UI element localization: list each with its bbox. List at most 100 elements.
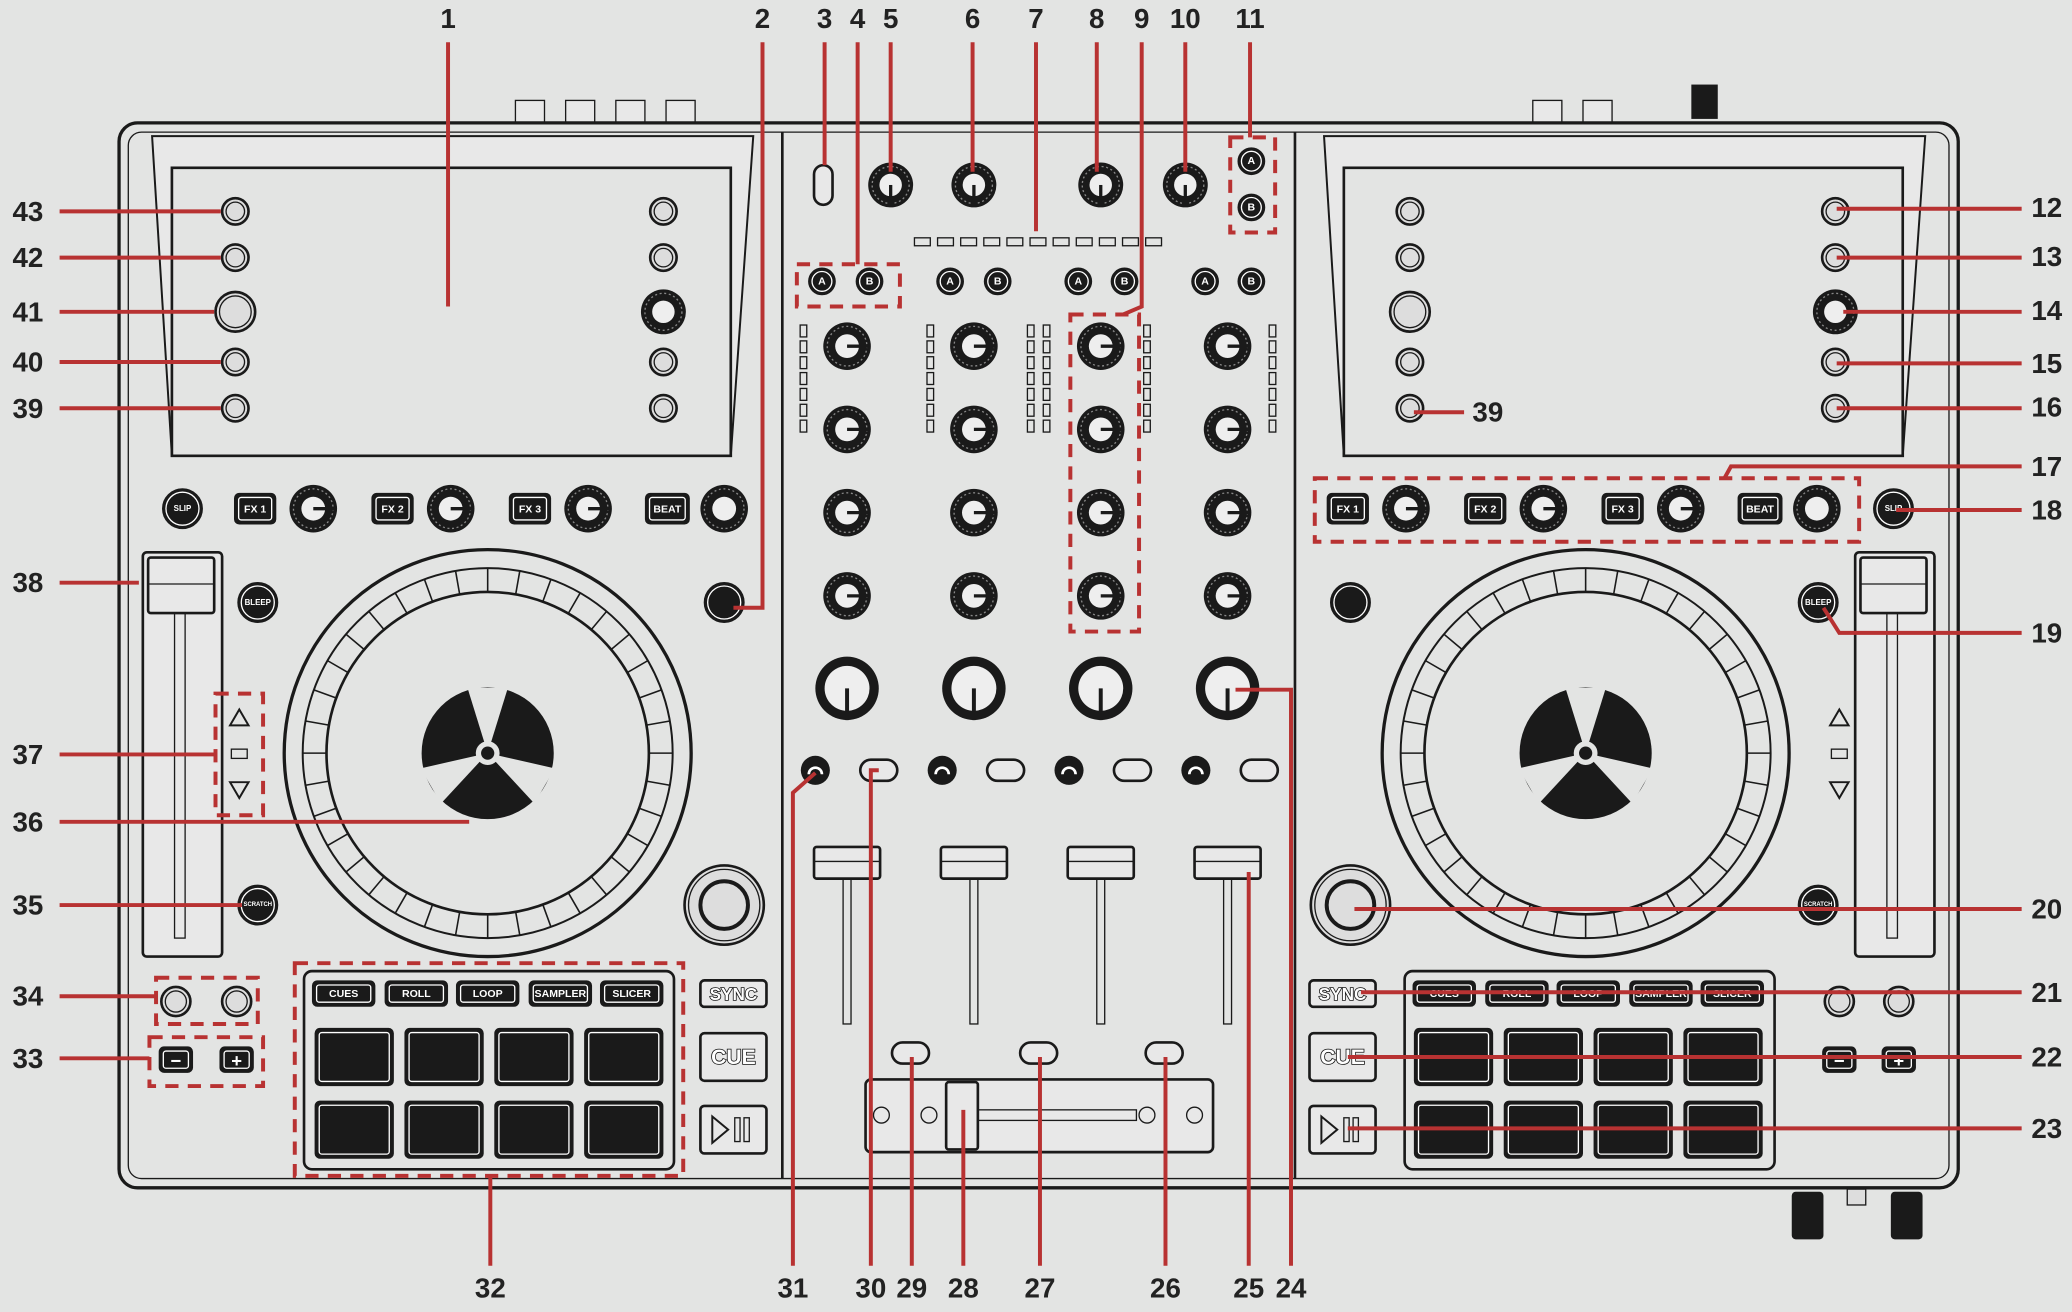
loop-button-left-1[interactable] — [220, 985, 253, 1018]
performance-pad-left-2[interactable] — [404, 1027, 484, 1087]
channel-3-gain-knob[interactable] — [1076, 322, 1125, 370]
fx1-button-left[interactable]: FX 1 — [234, 492, 277, 525]
channel-4-cue-button[interactable] — [1181, 755, 1211, 785]
channel-2-input-switch[interactable] — [985, 758, 1026, 783]
performance-pad-left-3[interactable] — [494, 1027, 574, 1087]
pad-mode-slicer-left[interactable]: SLICER — [599, 980, 664, 1007]
channel-1-gain-knob[interactable] — [823, 322, 871, 370]
channel-3-cue-button[interactable] — [1054, 755, 1084, 785]
fx2-button-left[interactable]: FX 2 — [371, 492, 414, 525]
channel-4-assign-b[interactable]: B — [1237, 267, 1266, 296]
channel-2-mid-knob[interactable] — [950, 488, 998, 537]
channel-1-high-knob[interactable] — [823, 405, 871, 454]
screen-button-left-b3[interactable] — [648, 393, 678, 423]
channel-1-assign-b[interactable]: B — [855, 267, 884, 296]
channel-4-high-knob[interactable] — [1203, 405, 1252, 454]
mic-switch[interactable] — [812, 163, 834, 207]
fx-hand-button-right-body[interactable] — [1329, 582, 1371, 623]
minus-button-right[interactable]: − — [1822, 1046, 1857, 1073]
fx1-button-right[interactable]: FX 1 — [1326, 492, 1369, 525]
play-pause-button-left[interactable] — [699, 1104, 768, 1155]
crossfader-assign-a-button[interactable]: A — [1237, 147, 1266, 176]
screen-button-left-a2[interactable] — [214, 290, 257, 333]
slip-button-left[interactable]: SLIP — [161, 488, 203, 530]
performance-pad-left-8-body[interactable] — [584, 1100, 664, 1159]
channel-2-low-knob[interactable] — [950, 572, 998, 620]
channel-1-assign-a[interactable]: A — [808, 267, 836, 296]
power-switch[interactable] — [1691, 84, 1718, 119]
rear-knob-0[interactable] — [1791, 1191, 1824, 1240]
channel-2-gain-knob[interactable] — [950, 322, 998, 370]
performance-pad-left-1[interactable] — [314, 1027, 394, 1087]
screen-button-left-b0[interactable] — [648, 196, 678, 226]
browse-knob-left[interactable] — [640, 289, 686, 335]
screen-button-left-a0[interactable] — [220, 196, 250, 226]
plus-button-left[interactable]: + — [219, 1046, 254, 1073]
performance-pad-left-3-body[interactable] — [494, 1027, 574, 1087]
beat-button-left[interactable]: BEAT — [644, 492, 690, 525]
channel-1-mid-knob[interactable] — [823, 488, 871, 537]
beat-knob-left[interactable] — [700, 484, 748, 533]
pad-mode-loop-left[interactable]: LOOP — [455, 980, 520, 1007]
plus-button-right[interactable]: + — [1881, 1046, 1916, 1073]
channel-1-low-knob[interactable] — [823, 572, 871, 620]
fx1-knob-right[interactable] — [1382, 484, 1430, 533]
channel-3-volume-fader[interactable] — [1066, 845, 1136, 880]
fx-hand-button-left-body[interactable] — [703, 582, 745, 623]
cue-button-body[interactable] — [927, 755, 957, 785]
pitch-fader-handle-right[interactable] — [1859, 556, 1928, 615]
loop-button-left-0[interactable] — [160, 985, 192, 1018]
performance-pad-left-8[interactable] — [584, 1100, 664, 1159]
play-pause-button-left-body[interactable] — [699, 1104, 768, 1155]
screen-button-left-a3[interactable] — [220, 347, 250, 377]
channel-2-filter-knob[interactable] — [942, 656, 1006, 721]
channel-2-assign-a[interactable]: A — [936, 267, 964, 296]
performance-pad-left-7-body[interactable] — [494, 1100, 574, 1159]
channel-3-input-switch[interactable] — [1112, 758, 1153, 783]
fx3-button-left[interactable]: FX 3 — [508, 492, 552, 525]
channel-2-high-knob[interactable] — [950, 405, 998, 454]
channel-3-mid-knob[interactable] — [1076, 488, 1125, 537]
fx1-knob-left[interactable] — [289, 484, 338, 533]
fx3-knob-left[interactable] — [564, 484, 612, 533]
scratch-button-right[interactable]: SCRATCH — [1797, 884, 1839, 926]
screen-button-left-b1[interactable] — [648, 243, 678, 273]
fx3-button-right[interactable]: FX 3 — [1601, 492, 1644, 525]
performance-pad-left-4-body[interactable] — [584, 1027, 664, 1087]
performance-pad-left-5[interactable] — [314, 1100, 394, 1159]
screen-button-left-a1[interactable] — [220, 243, 250, 273]
shift-button-left[interactable] — [683, 864, 766, 947]
rear-knob-1[interactable] — [1890, 1191, 1923, 1240]
fx3-knob-right[interactable] — [1656, 484, 1705, 533]
beat-knob-right[interactable] — [1793, 484, 1841, 533]
channel-2-cue-button[interactable] — [927, 755, 957, 785]
cue-button-body[interactable] — [1054, 755, 1084, 785]
channel-4-low-knob[interactable] — [1203, 572, 1252, 620]
screen-button-right-b0[interactable] — [1820, 196, 1850, 226]
performance-pad-left-6[interactable] — [404, 1100, 484, 1159]
performance-pad-left-2-body[interactable] — [404, 1027, 484, 1087]
channel-4-mid-knob[interactable] — [1203, 488, 1252, 537]
pad-mode-roll-left[interactable]: ROLL — [384, 980, 449, 1007]
channel-2-assign-b[interactable]: B — [983, 267, 1012, 296]
channel-4-gain-knob[interactable] — [1203, 322, 1252, 370]
channel-3-high-knob[interactable] — [1076, 405, 1125, 454]
channel-4-input-switch[interactable] — [1239, 758, 1280, 783]
fx2-knob-left[interactable] — [426, 484, 475, 533]
crossfader-assign-b-button[interactable]: B — [1237, 193, 1266, 222]
channel-4-assign-a[interactable]: A — [1191, 267, 1219, 296]
pad-mode-sampler-left[interactable]: SAMPLER — [528, 980, 593, 1007]
channel-3-assign-b[interactable]: B — [1110, 267, 1139, 296]
fx-hand-button-right[interactable]: A — [1329, 582, 1371, 623]
sync-button-left[interactable]: SYNC — [699, 979, 768, 1009]
scratch-button-left[interactable]: SCRATCH — [237, 884, 279, 926]
channel-3-filter-knob[interactable] — [1069, 656, 1133, 721]
screen-button-right-a0[interactable] — [1395, 196, 1425, 226]
screen-button-right-a2-body[interactable] — [1388, 290, 1432, 333]
channel-3-low-knob[interactable] — [1076, 572, 1125, 620]
fx-hand-button-left[interactable]: A — [703, 582, 745, 623]
channel-2-volume-fader[interactable] — [939, 845, 1009, 880]
shift-button-right[interactable] — [1309, 864, 1392, 947]
booth-gain-knob[interactable] — [1078, 162, 1124, 208]
minus-button-left[interactable]: − — [158, 1046, 194, 1073]
